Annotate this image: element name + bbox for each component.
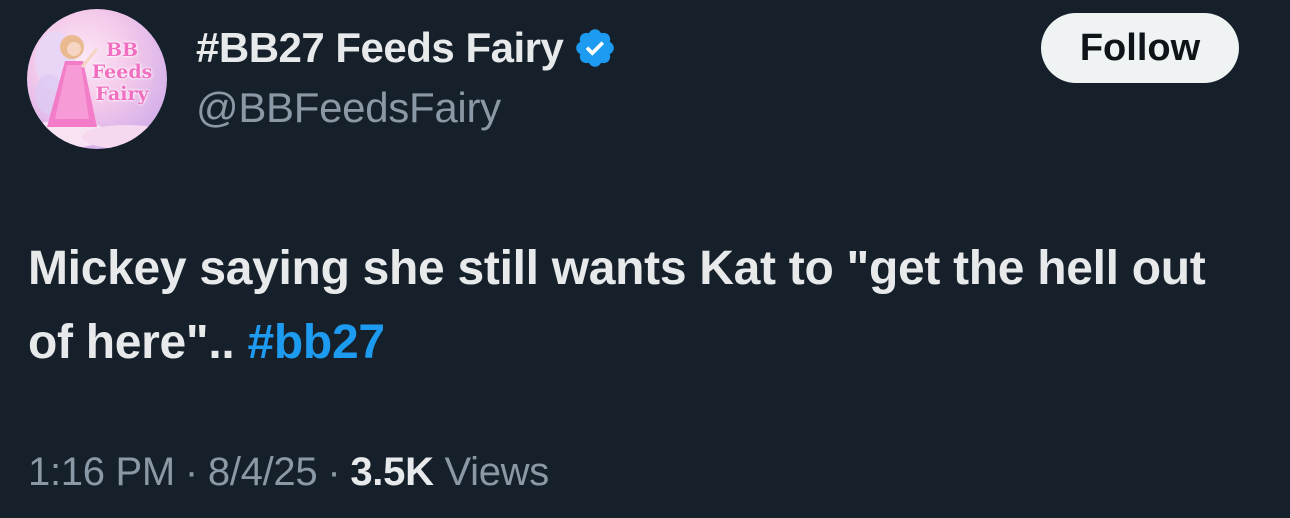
verified-badge-icon[interactable] — [573, 26, 617, 70]
follow-button[interactable]: Follow — [1041, 13, 1239, 83]
meta-separator: · — [327, 450, 341, 494]
avatar-logo-text: BB Feeds Fairy — [82, 39, 162, 105]
tweet-meta: 1:16 PM · 8/4/25 · 3.5K Views — [28, 450, 549, 495]
meta-separator: · — [184, 450, 198, 494]
avatar[interactable]: BB Feeds Fairy — [27, 9, 167, 149]
views-label[interactable]: Views — [444, 450, 549, 494]
avatar-text-line: Fairy — [95, 83, 149, 105]
tweet-date[interactable]: 8/4/25 — [208, 450, 318, 494]
author-name-row: #BB27 Feeds Fairy — [196, 22, 617, 74]
tweet-card: BB Feeds Fairy #BB27 Feeds Fairy @BBFeed… — [0, 0, 1290, 518]
avatar-text-line: Feeds — [91, 61, 153, 83]
author-display-name[interactable]: #BB27 Feeds Fairy — [196, 24, 564, 72]
author-handle[interactable]: @BBFeedsFairy — [196, 84, 501, 132]
avatar-text-line: BB — [105, 39, 139, 61]
tweet-time[interactable]: 1:16 PM — [28, 450, 175, 494]
hashtag-link[interactable]: #bb27 — [248, 316, 386, 369]
tweet-text: Mickey saying she still wants Kat to "ge… — [28, 232, 1248, 380]
tweet-body: Mickey saying she still wants Kat to "ge… — [28, 242, 1206, 369]
views-count[interactable]: 3.5K — [350, 450, 434, 494]
